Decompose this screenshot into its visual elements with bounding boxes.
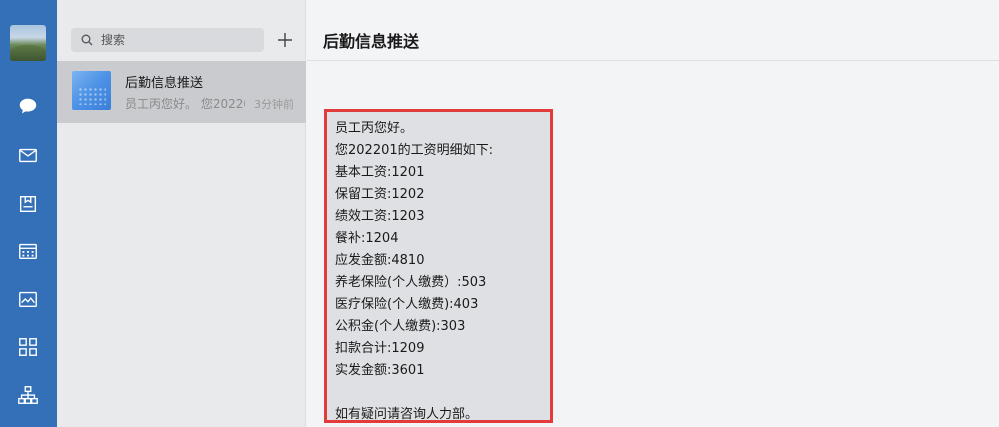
message-line: 如有疑问请咨询人力部。 bbox=[335, 407, 479, 422]
message-line: 绩效工资:1203 bbox=[335, 209, 425, 224]
search-box[interactable] bbox=[71, 28, 264, 52]
message-line: 餐补:1204 bbox=[335, 231, 399, 246]
left-rail bbox=[0, 0, 57, 427]
search-icon bbox=[81, 34, 93, 46]
message-line: 基本工资:1201 bbox=[335, 165, 425, 180]
chat-title: 后勤信息推送 bbox=[323, 32, 420, 51]
message-line: 员工丙您好。 bbox=[335, 121, 414, 136]
search-input[interactable] bbox=[101, 33, 251, 47]
message-line: 医疗保险(个人缴费):403 bbox=[335, 297, 479, 312]
plus-icon bbox=[278, 33, 292, 47]
conversation-list-panel: 后勤信息推送 员工丙您好。 您202201的工资明细如下: 3分钟前 bbox=[57, 0, 306, 427]
apps-icon[interactable] bbox=[14, 333, 42, 361]
conversation-time: 3分钟前 bbox=[254, 98, 294, 111]
conversation-title: 后勤信息推送 bbox=[125, 76, 204, 91]
message-line: 您202201的工资明细如下: bbox=[335, 143, 494, 158]
message-line: 保留工资:1202 bbox=[335, 187, 425, 202]
message-bubble[interactable]: 员工丙您好。 您202201的工资明细如下: 基本工资:1201 保留工资:12… bbox=[324, 109, 553, 423]
org-chart-icon[interactable] bbox=[14, 381, 42, 409]
message-line: 实发金额:3601 bbox=[335, 363, 425, 378]
calendar-icon[interactable] bbox=[14, 237, 42, 265]
message-line: 扣款合计:1209 bbox=[335, 341, 425, 356]
conversation-avatar bbox=[72, 71, 111, 110]
message-line: 应发金额:4810 bbox=[335, 253, 425, 268]
conversation-preview: 员工丙您好。 您202201的工资明细如下: bbox=[125, 97, 245, 111]
avatar[interactable] bbox=[10, 25, 46, 61]
add-button[interactable] bbox=[273, 28, 297, 52]
chat-icon[interactable] bbox=[14, 92, 42, 120]
message-line: 公积金(个人缴费):303 bbox=[335, 319, 466, 334]
photo-icon[interactable] bbox=[14, 285, 42, 313]
chat-header: 后勤信息推送 bbox=[307, 0, 999, 61]
message-line: 养老保险(个人缴费）:503 bbox=[335, 275, 487, 290]
mail-icon[interactable] bbox=[14, 141, 42, 169]
message-line bbox=[335, 382, 550, 404]
conversation-item[interactable]: 后勤信息推送 员工丙您好。 您202201的工资明细如下: 3分钟前 bbox=[57, 61, 306, 123]
workbench-icon[interactable] bbox=[14, 190, 42, 218]
chat-panel: 后勤信息推送 员工丙您好。 您202201的工资明细如下: 基本工资:1201 … bbox=[307, 0, 999, 427]
